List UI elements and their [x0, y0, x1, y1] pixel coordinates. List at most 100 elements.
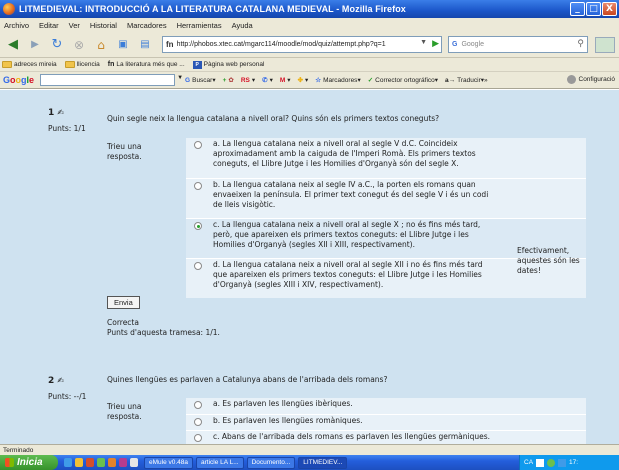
q2-option-a[interactable]: a. Es parlaven les llengües ibèriques.	[186, 398, 586, 414]
task-article[interactable]: article LA L...	[196, 456, 244, 469]
q1-option-b[interactable]: b. La llengua catalana neix al segle IV …	[186, 178, 586, 218]
folder-icon	[64, 61, 75, 68]
radio-button[interactable]	[194, 182, 202, 190]
windows-logo-icon	[5, 458, 14, 467]
back-arrow-icon[interactable]: ◀	[4, 36, 22, 54]
stop-icon[interactable]: ⊗	[70, 36, 88, 54]
menu-editar[interactable]: Editar	[39, 21, 59, 30]
tray-icon[interactable]	[547, 458, 556, 467]
app-icon[interactable]	[119, 458, 127, 467]
q2-option-c[interactable]: c. Abans de l'arribada dels romans es pa…	[186, 430, 586, 444]
task-emule[interactable]: eMule v0.48a	[144, 456, 194, 469]
menu-archivo[interactable]: Archivo	[4, 21, 29, 30]
q2-option-b[interactable]: b. Es parlaven les llengües romàniques.	[186, 414, 586, 430]
radio-button[interactable]	[194, 401, 202, 409]
submit-button[interactable]: Envia	[107, 296, 140, 309]
translate-icon: a→	[445, 76, 456, 84]
url-text[interactable]: http://phobos.xtec.cat/mgarc114/moodle/m…	[177, 41, 386, 48]
pagerank-icon: ✿	[228, 77, 234, 84]
question-1-marks: Punts: 1/1	[48, 124, 86, 133]
google-search-input[interactable]: ▼	[40, 74, 183, 86]
status-bar: Terminado	[0, 444, 619, 455]
url-bar[interactable]: fn http://phobos.xtec.cat/mgarc114/moodl…	[162, 36, 442, 53]
search-input[interactable]: Google	[461, 41, 484, 48]
plus-icon: +	[222, 76, 227, 84]
ie-icon[interactable]	[64, 458, 72, 467]
star-icon: ☆	[315, 77, 322, 84]
bookmark-literatura[interactable]: fn La literatura més que ...	[108, 61, 185, 68]
search-engine-icon[interactable]: G	[452, 41, 457, 48]
app-icon[interactable]	[86, 458, 94, 467]
question-1-text: Quin segle neix la llengua catalana a ni…	[107, 114, 440, 123]
chevron-down-icon[interactable]: ▼	[177, 75, 183, 81]
window-titlebar: LITMEDIEVAL: INTRODUCCIÓ A LA LITERATURA…	[0, 0, 619, 18]
edit-icon[interactable]: ✍	[57, 108, 64, 117]
tray-icon[interactable]	[536, 458, 545, 467]
quick-launch	[64, 458, 138, 467]
menu-historial[interactable]: Historial	[90, 21, 117, 30]
go-icon[interactable]: ▶	[432, 38, 439, 49]
rss-button[interactable]: RS ▾	[241, 76, 255, 85]
reload-icon[interactable]: ↻	[48, 36, 66, 54]
radio-button[interactable]	[194, 434, 202, 442]
task-documento[interactable]: Documento...	[246, 456, 296, 469]
firefox-icon[interactable]	[108, 458, 116, 467]
q1-option-a[interactable]: a. La llengua catalana neix a nivell ora…	[186, 138, 586, 178]
spellcheck-icon: ✓	[367, 77, 374, 84]
menu-ayuda[interactable]: Ayuda	[232, 21, 253, 30]
bookmark-label: adreces mireia	[14, 61, 57, 68]
google-logo: Google	[3, 75, 35, 85]
menu-ver[interactable]: Ver	[69, 21, 80, 30]
google-news-button[interactable]: + ✿	[222, 76, 234, 85]
bookmark-page-icon[interactable]: ▤	[136, 36, 154, 54]
marcadores-button[interactable]: ☆ Marcadores ▾	[315, 76, 360, 85]
radio-button[interactable]	[194, 418, 202, 426]
language-indicator[interactable]: CA	[524, 459, 533, 466]
tray-icon[interactable]	[558, 458, 567, 467]
more-button[interactable]: »	[484, 77, 488, 84]
share-button[interactable]: ✆ ▾	[262, 76, 273, 84]
question-2-prompt: Trieu una resposta.	[107, 402, 142, 421]
google-search-button[interactable]: G Buscar ▾	[185, 76, 216, 85]
search-box[interactable]: G Google ⚲	[448, 36, 588, 53]
gmail-button[interactable]: M ▾	[280, 76, 291, 85]
extras-button[interactable]: ✤ ▾	[298, 76, 309, 84]
result-marks: Punts d'aquesta tramesa: 1/1.	[107, 328, 220, 337]
addon-icon[interactable]	[595, 37, 615, 53]
radio-button-selected[interactable]	[194, 222, 202, 230]
maximize-button[interactable]: □	[586, 2, 601, 16]
forward-arrow-icon[interactable]: ▶	[26, 36, 44, 54]
start-button[interactable]: Inicia	[0, 455, 58, 470]
bookmark-pagina-personal[interactable]: P Pàgina web personal	[192, 60, 264, 69]
task-litmedieval[interactable]: LITMEDIEV...	[298, 456, 348, 469]
chevron-down-icon[interactable]: ▼	[420, 39, 427, 46]
puzzle-icon: ✤	[297, 77, 304, 84]
google-g-icon: G	[185, 76, 191, 84]
edit-icon[interactable]: ✍	[57, 376, 64, 385]
navigation-toolbar: ◀ ▶ ↻ ⊗ ⌂ ▣ ▤ fn http://phobos.xtec.cat/…	[0, 32, 619, 58]
folder-icon[interactable]	[75, 458, 83, 467]
firefox-icon	[3, 3, 15, 15]
page-icon: P	[192, 60, 202, 69]
bookmark-adreces-mireia[interactable]: adreces mireia	[2, 61, 57, 68]
settings-button[interactable]: Configuració	[566, 75, 615, 84]
site-favicon: fn	[166, 40, 174, 49]
bookmark-llicencia[interactable]: llicencia	[64, 61, 100, 68]
search-icon[interactable]: ⚲	[577, 38, 584, 49]
radio-button[interactable]	[194, 141, 202, 149]
radio-button[interactable]	[194, 262, 202, 270]
window-controls: _ □ X	[570, 2, 617, 16]
menu-marcadores[interactable]: Marcadores	[127, 21, 167, 30]
spellcheck-button[interactable]: ✓ Corrector ortográfico ▾	[367, 76, 438, 85]
question-2-text: Quines llengües es parlaven a Catalunya …	[107, 375, 388, 384]
minimize-button[interactable]: _	[570, 2, 585, 16]
close-button[interactable]: X	[602, 2, 617, 16]
home-icon[interactable]: ⌂	[92, 36, 110, 54]
tabs-icon[interactable]: ▣	[114, 36, 132, 54]
translate-button[interactable]: a→ Traducir ▾ »	[445, 76, 488, 85]
menu-herramientas[interactable]: Herramientas	[177, 21, 222, 30]
app-icon[interactable]	[97, 458, 105, 467]
status-text: Terminado	[3, 446, 34, 454]
moodle-icon: fn	[107, 61, 115, 68]
app-icon[interactable]	[130, 458, 138, 467]
